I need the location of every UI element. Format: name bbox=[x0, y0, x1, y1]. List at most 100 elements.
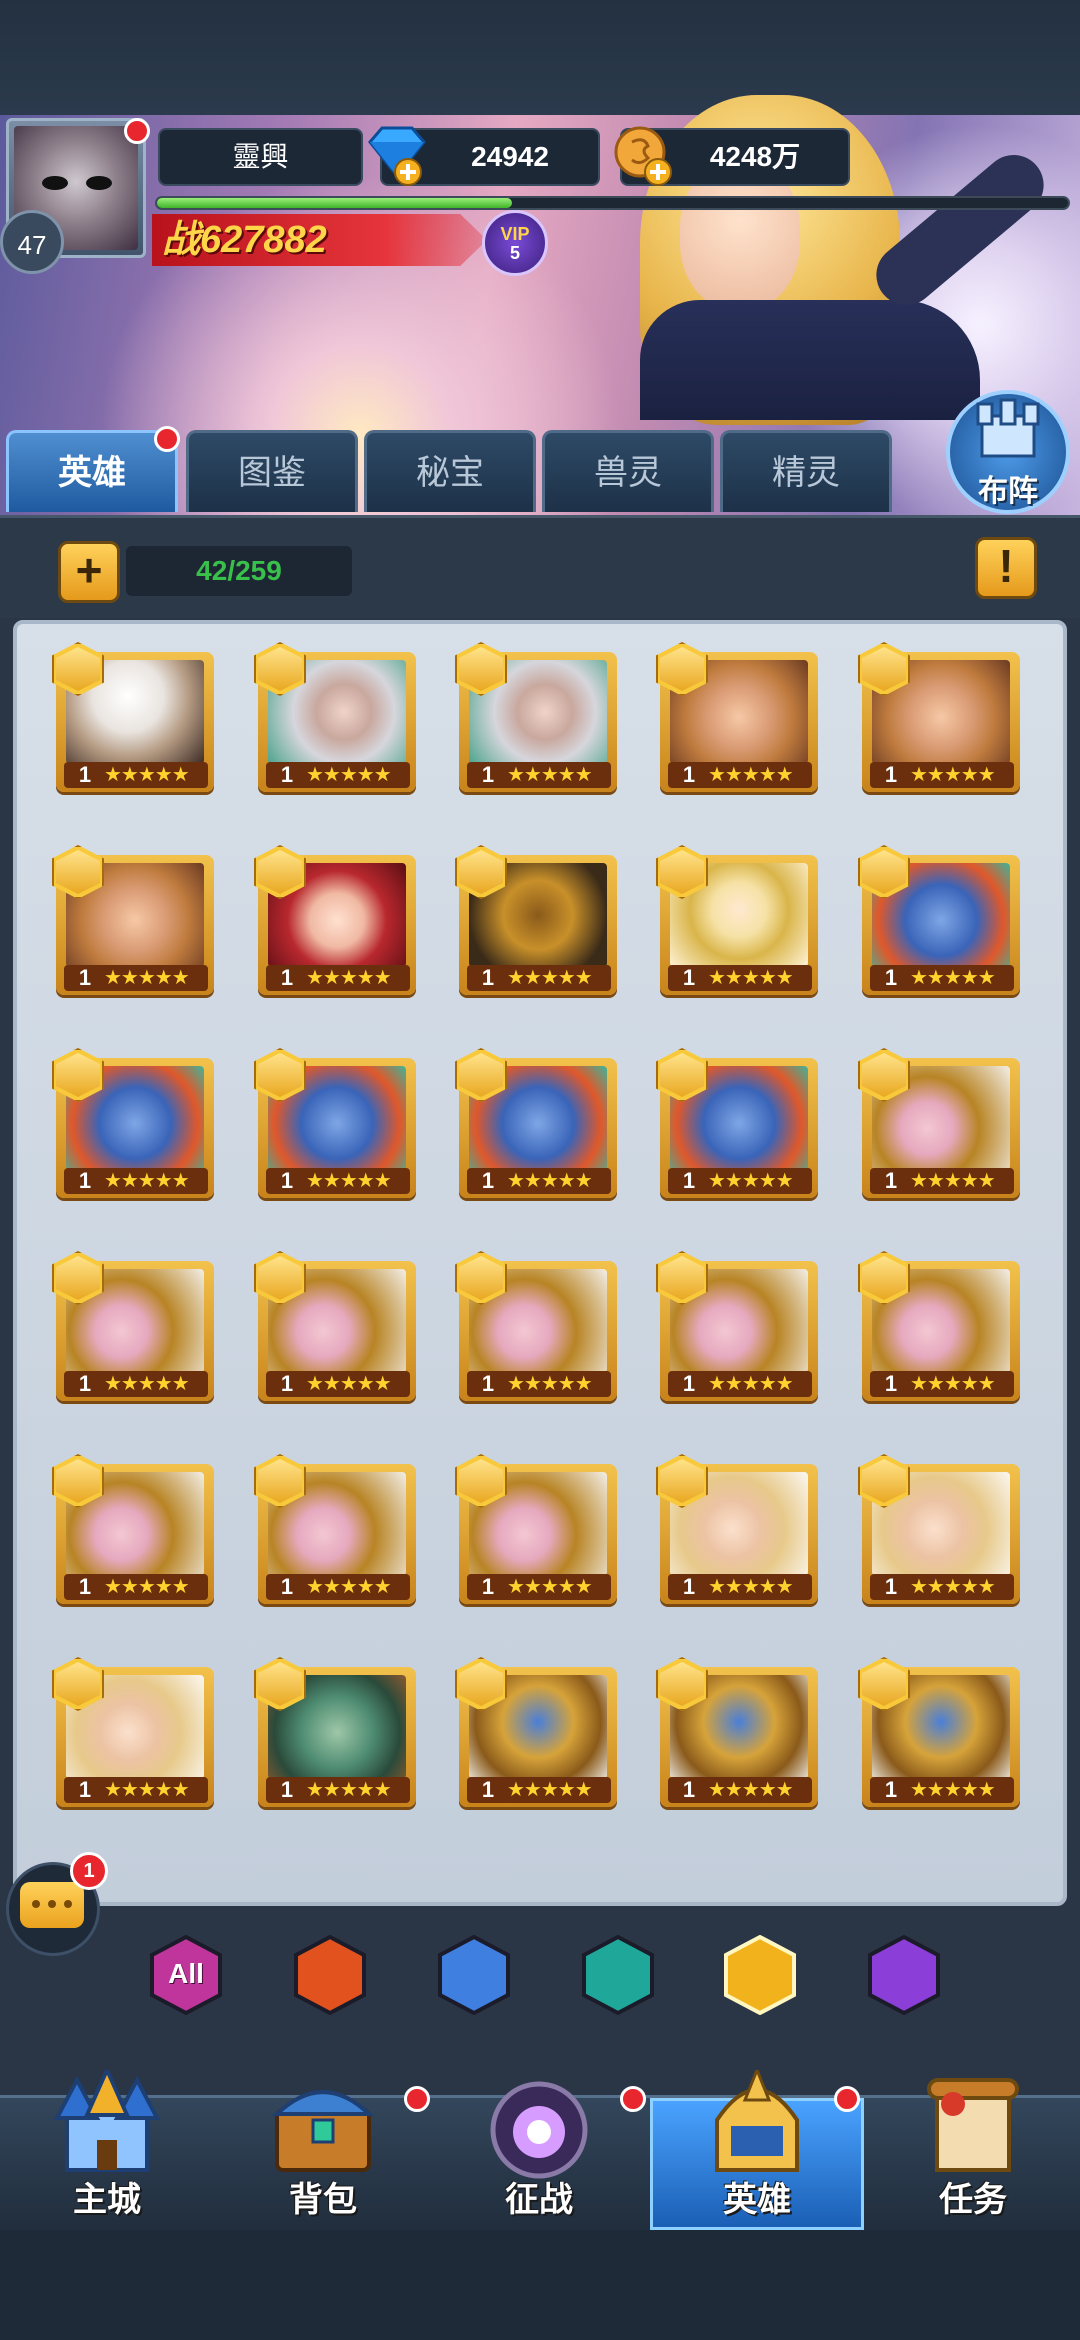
hero-card[interactable]: 1 ★★★★★ bbox=[254, 845, 420, 997]
nav-main-city[interactable]: 主城 bbox=[0, 2060, 214, 2230]
hero-card[interactable]: 1 ★★★★★ bbox=[254, 1048, 420, 1200]
vip-badge[interactable]: VIP 5 bbox=[482, 210, 548, 276]
hero-card[interactable]: 1 ★★★★★ bbox=[455, 1251, 621, 1403]
hero-card[interactable]: 1 ★★★★★ bbox=[52, 642, 218, 794]
hero-level: 1 bbox=[682, 965, 696, 990]
tab-heroes[interactable]: 英雄 bbox=[6, 430, 178, 512]
hero-card[interactable]: 1 ★★★★★ bbox=[455, 1048, 621, 1200]
power-value: 627882 bbox=[200, 219, 327, 261]
hero-grid: 1 ★★★★★ 1 ★★★★★ 1 ★★★★★ 1 ★★★★★ 1 ★★★★★ 1 ★★★★★ 1 ★★★… bbox=[13, 620, 1067, 1906]
hero-level: 1 bbox=[884, 1777, 898, 1802]
hero-card[interactable]: 1 ★★★★★ bbox=[52, 1048, 218, 1200]
cross-faction-icon[interactable] bbox=[436, 1935, 512, 2015]
hero-stars: ★★★★★ bbox=[708, 764, 794, 786]
hero-card[interactable]: 1 ★★★★★ bbox=[656, 845, 822, 997]
hero-level: 1 bbox=[481, 1574, 495, 1599]
hero-card[interactable]: 1 ★★★★★ bbox=[858, 1048, 1024, 1200]
hero-stars: ★★★★★ bbox=[708, 1170, 794, 1192]
hero-card[interactable]: 1 ★★★★★ bbox=[656, 1657, 822, 1809]
hero-card[interactable]: 1 ★★★★★ bbox=[656, 1454, 822, 1606]
hero-card[interactable]: 1 ★★★★★ bbox=[858, 1657, 1024, 1809]
hero-level: 1 bbox=[280, 1777, 294, 1802]
experience-fill bbox=[157, 198, 512, 208]
tab-codex[interactable]: 图鉴 bbox=[186, 430, 358, 512]
vip-label: VIP bbox=[500, 224, 530, 244]
hero-level: 1 bbox=[78, 1777, 92, 1802]
hero-level: 1 bbox=[481, 965, 495, 990]
hero-card[interactable]: 1 ★★★★★ bbox=[52, 845, 218, 997]
hero-card[interactable]: 1 ★★★★★ bbox=[656, 1251, 822, 1403]
hero-level: 1 bbox=[682, 1168, 696, 1193]
hero-card[interactable]: 1 ★★★★★ bbox=[455, 1657, 621, 1809]
hero-card[interactable]: 1 ★★★★★ bbox=[254, 642, 420, 794]
nav-heroes[interactable]: 英雄 bbox=[650, 2060, 864, 2230]
info-button[interactable]: ! bbox=[975, 537, 1037, 599]
treasure-chest-icon bbox=[272, 2090, 374, 2172]
hero-card[interactable]: 1 ★★★★★ bbox=[455, 845, 621, 997]
scroll-icon bbox=[927, 2078, 1019, 2172]
hero-stars: ★★★★★ bbox=[306, 1170, 392, 1192]
nav-backpack[interactable]: 背包 bbox=[216, 2060, 430, 2230]
tab-beast-spirits[interactable]: 兽灵 bbox=[542, 430, 714, 512]
hero-level: 1 bbox=[280, 762, 294, 787]
hero-card[interactable]: 1 ★★★★★ bbox=[455, 642, 621, 794]
hero-level: 1 bbox=[884, 1574, 898, 1599]
tab-heroes-notification-dot bbox=[154, 426, 180, 452]
nav-campaign[interactable]: 征战 bbox=[432, 2060, 646, 2230]
hero-level: 1 bbox=[78, 1168, 92, 1193]
dragon-portal-icon bbox=[490, 2081, 588, 2179]
power-label: 战 bbox=[162, 219, 201, 261]
expand-slots-button[interactable]: + bbox=[58, 541, 120, 603]
hero-card[interactable]: 1 ★★★★★ bbox=[858, 1251, 1024, 1403]
hero-card[interactable]: 1 ★★★★★ bbox=[52, 1251, 218, 1403]
trident-faction-icon[interactable] bbox=[866, 1935, 942, 2015]
nav-backpack-notification-dot bbox=[404, 2086, 430, 2112]
hero-card[interactable]: 1 ★★★★★ bbox=[656, 1048, 822, 1200]
hero-card[interactable]: 1 ★★★★★ bbox=[656, 642, 822, 794]
hero-level: 1 bbox=[682, 1777, 696, 1802]
hero-stars: ★★★★★ bbox=[507, 1576, 593, 1598]
leaf-faction-icon[interactable] bbox=[722, 1935, 798, 2015]
avatar-notification-dot bbox=[124, 118, 150, 144]
hero-stars: ★★★★★ bbox=[306, 1779, 392, 1801]
status-bar bbox=[0, 0, 1080, 115]
vip-level: 5 bbox=[509, 243, 520, 263]
gem-add-icon[interactable] bbox=[362, 124, 432, 188]
hero-card[interactable]: 1 ★★★★★ bbox=[254, 1251, 420, 1403]
skull-faction-icon[interactable] bbox=[580, 1935, 656, 2015]
hero-card[interactable]: 1 ★★★★★ bbox=[455, 1454, 621, 1606]
hero-stars: ★★★★★ bbox=[306, 1576, 392, 1598]
chat-icon bbox=[20, 1882, 84, 1928]
hero-level: 1 bbox=[280, 1168, 294, 1193]
hero-card[interactable]: 1 ★★★★★ bbox=[254, 1454, 420, 1606]
nav-label: 任务 bbox=[939, 2181, 1007, 2219]
coin-add-icon[interactable] bbox=[610, 124, 680, 188]
nav-quests[interactable]: 任务 bbox=[866, 2060, 1080, 2230]
hero-level: 1 bbox=[682, 762, 696, 787]
hero-stars: ★★★★★ bbox=[104, 967, 190, 989]
hero-stars: ★★★★★ bbox=[104, 1576, 190, 1598]
hero-level: 1 bbox=[481, 762, 495, 787]
hero-helmet-icon bbox=[715, 2070, 799, 2172]
hero-stars: ★★★★★ bbox=[507, 967, 593, 989]
nav-heroes-notification-dot bbox=[834, 2086, 860, 2112]
hero-stars: ★★★★★ bbox=[708, 1373, 794, 1395]
hero-stars: ★★★★★ bbox=[306, 764, 392, 786]
hero-stars: ★★★★★ bbox=[708, 1779, 794, 1801]
hero-card[interactable]: 1 ★★★★★ bbox=[858, 845, 1024, 997]
hero-card[interactable]: 1 ★★★★★ bbox=[254, 1657, 420, 1809]
hero-stars: ★★★★★ bbox=[104, 1779, 190, 1801]
castle-icon bbox=[53, 2070, 161, 2172]
hero-card[interactable]: 1 ★★★★★ bbox=[52, 1454, 218, 1606]
hero-stars: ★★★★★ bbox=[104, 1373, 190, 1395]
nav-label: 主城 bbox=[73, 2181, 141, 2219]
hero-card[interactable]: 1 ★★★★★ bbox=[52, 1657, 218, 1809]
player-name: 靈興 bbox=[158, 128, 363, 186]
tab-spirits[interactable]: 精灵 bbox=[720, 430, 892, 512]
hero-stars: ★★★★★ bbox=[910, 764, 996, 786]
fire-faction-icon[interactable] bbox=[292, 1935, 368, 2015]
hero-card[interactable]: 1 ★★★★★ bbox=[858, 642, 1024, 794]
hero-card[interactable]: 1 ★★★★★ bbox=[858, 1454, 1024, 1606]
tab-treasures[interactable]: 秘宝 bbox=[364, 430, 536, 512]
nav-label: 英雄 bbox=[723, 2181, 791, 2219]
